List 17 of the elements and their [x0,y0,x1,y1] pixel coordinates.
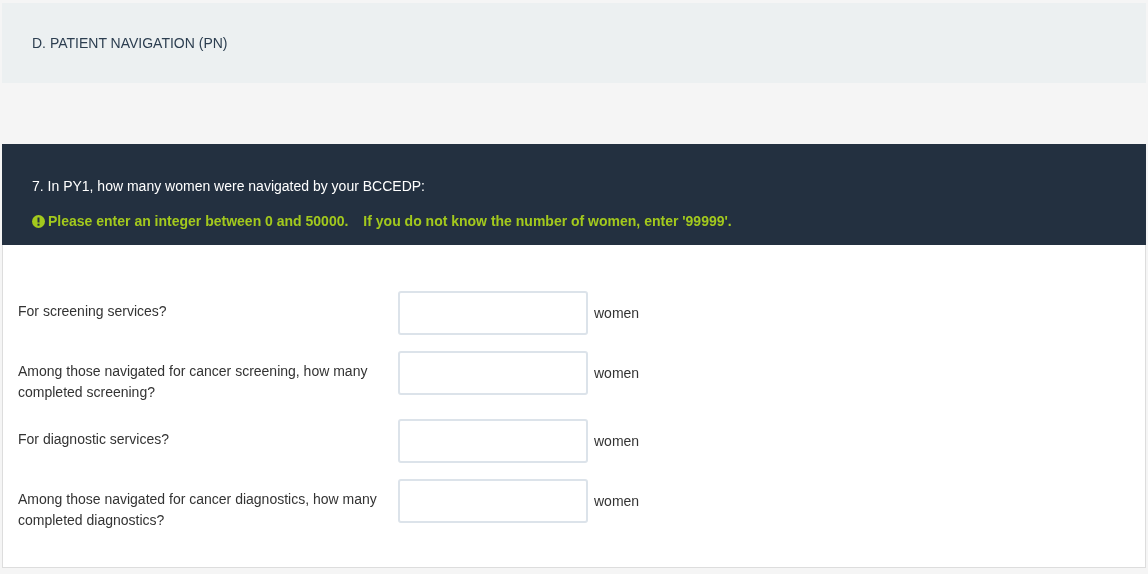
number-input[interactable] [398,479,588,523]
field-label: For diagnostic services? [18,430,170,449]
question-title: 7. In PY1, how many women were navigated by your BCCEDP: [32,177,426,196]
section-title: D. PATIENT NAVIGATION (PN) [32,33,228,53]
unit-label: women [594,364,640,383]
validation-note: Please enter an integer between 0 and 50000. [48,212,349,231]
unit-label: women [594,492,640,511]
number-input[interactable] [398,351,588,395]
field-label: Among those navigated for cancer screening, how many completed screening? [18,362,369,402]
validation-note: If you do not know the number of women, enter '99999'. [363,212,732,231]
unit-label: women [594,304,640,323]
number-input[interactable] [398,291,588,335]
number-input[interactable] [398,419,588,463]
alert-icon [32,215,45,228]
unit-label: women [594,432,640,451]
field-label: Among those navigated for cancer diagnostics, how many completed diagnostics? [18,490,378,530]
field-label: For screening services? [18,302,168,321]
